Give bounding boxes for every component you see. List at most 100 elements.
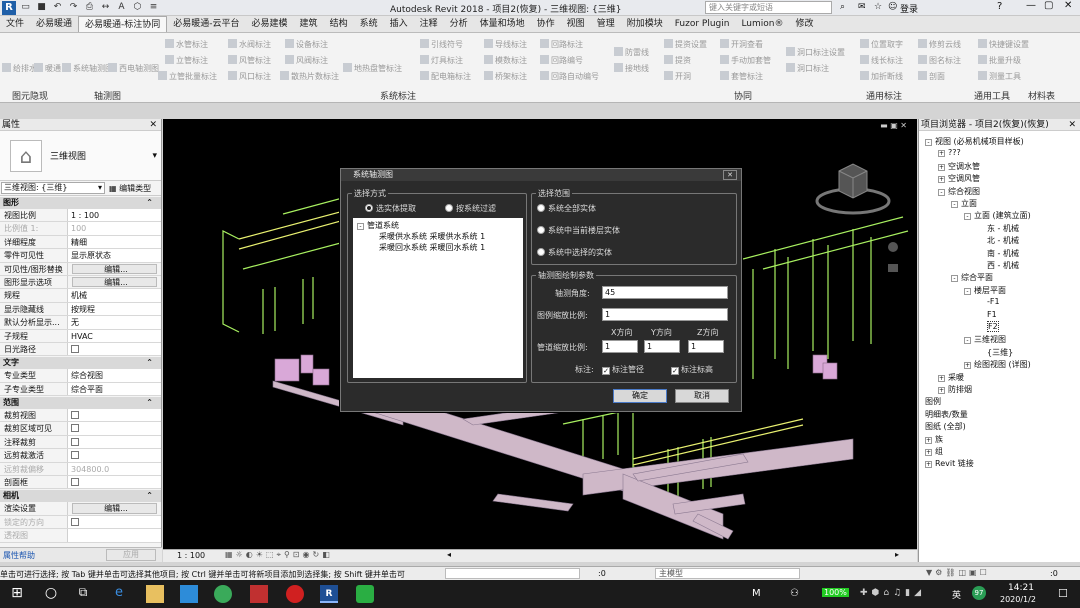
- property-value[interactable]: 304800.0: [68, 462, 161, 476]
- browser-tree-item[interactable]: + Revit 链接: [925, 458, 974, 469]
- edge-icon[interactable]: e: [110, 585, 128, 603]
- ribbon-button[interactable]: 线长标注: [860, 55, 903, 66]
- property-value[interactable]: 1 : 100: [68, 209, 161, 222]
- open-icon[interactable]: ▭: [19, 1, 32, 14]
- property-value[interactable]: 精细: [68, 235, 161, 249]
- scroll-left-icon[interactable]: ◂: [447, 550, 451, 559]
- legend-scale-input[interactable]: 1: [602, 308, 728, 321]
- ribbon-button[interactable]: 地热盘管标注: [343, 63, 402, 74]
- ribbon-button[interactable]: 套管标注: [720, 71, 763, 82]
- expand-toggle-icon[interactable]: +: [938, 176, 945, 184]
- property-value[interactable]: 显示原状态: [68, 249, 161, 262]
- 3d-view-icon[interactable]: ⬡: [131, 1, 144, 14]
- ribbon-button[interactable]: 暖通: [34, 63, 61, 74]
- ribbon-button[interactable]: 剖面: [918, 71, 945, 82]
- ribbon-button[interactable]: 修剪云线: [918, 39, 961, 50]
- browser-tree-item[interactable]: + 族: [925, 434, 943, 445]
- property-value[interactable]: [68, 476, 161, 489]
- ribbon-button[interactable]: 快捷键设置: [978, 39, 1029, 50]
- revit-taskbar-icon[interactable]: R: [320, 585, 338, 603]
- tab-2[interactable]: 必易暖通-标注协同: [78, 16, 168, 32]
- expand-toggle-icon[interactable]: +: [925, 449, 932, 456]
- expand-toggle-icon[interactable]: -: [938, 188, 945, 196]
- ribbon-button[interactable]: 水管标注: [165, 39, 208, 50]
- property-value[interactable]: [68, 529, 161, 542]
- browser-tree-item[interactable]: 图例: [925, 396, 941, 407]
- browser-tree-item[interactable]: F2: [977, 321, 999, 332]
- expand-toggle-icon[interactable]: +: [938, 163, 945, 171]
- property-value[interactable]: [68, 409, 161, 422]
- ribbon-button[interactable]: 设备标注: [285, 39, 328, 50]
- browser-tree-item[interactable]: F1: [977, 310, 997, 319]
- browser-tree-item[interactable]: 明细表/数量: [925, 409, 968, 420]
- ribbon-button[interactable]: 开洞查看: [720, 39, 763, 50]
- clock-time[interactable]: 14:21: [1008, 583, 1034, 593]
- view-selector[interactable]: 三维视图: {三维} ▾: [1, 182, 105, 194]
- browser-tree-item[interactable]: 南 - 机械: [977, 248, 1019, 259]
- expand-toggle-icon[interactable]: -: [964, 287, 971, 295]
- ribbon-button[interactable]: 配电箱标注: [420, 71, 471, 82]
- expand-toggle-icon[interactable]: -: [951, 275, 958, 283]
- login-button[interactable]: 登录: [900, 2, 918, 15]
- browser-tree-item[interactable]: +???: [938, 148, 961, 158]
- pdf-icon[interactable]: [250, 585, 268, 603]
- property-value[interactable]: [68, 435, 161, 449]
- property-value[interactable]: HVAC: [68, 329, 161, 342]
- ribbon-button[interactable]: 灯具标注: [420, 55, 463, 66]
- ribbon-button[interactable]: 水阀标注: [228, 39, 271, 50]
- selection-filter-icons[interactable]: ▼⚙⛓◫▣☐: [926, 568, 990, 577]
- properties-help-link[interactable]: 属性帮助: [3, 550, 35, 561]
- browser-tree-item[interactable]: + 采暖: [938, 372, 964, 383]
- ribbon-button[interactable]: 洞口标注设置: [786, 47, 845, 58]
- browser-tree-item[interactable]: + 组: [925, 446, 943, 457]
- checkbox[interactable]: [71, 411, 79, 420]
- checkbox[interactable]: [71, 517, 79, 526]
- expand-toggle-icon[interactable]: -: [925, 139, 932, 146]
- expand-toggle-icon[interactable]: -: [951, 201, 958, 208]
- browser-tree-item[interactable]: 图纸 (全部): [925, 421, 966, 432]
- text-icon[interactable]: A: [115, 1, 128, 14]
- tree-root[interactable]: - 管道系统: [357, 220, 399, 231]
- browser-tree-item[interactable]: + 绘图视图 (详图): [964, 359, 1031, 370]
- ribbon-button[interactable]: 测量工具: [978, 71, 1021, 82]
- range-option-selected[interactable]: 系统中选择的实体: [537, 247, 612, 258]
- tab-16[interactable]: Fuzor Plugin: [669, 16, 736, 32]
- browser-tree-item[interactable]: 东 - 机械: [977, 223, 1019, 234]
- browser-tree-item[interactable]: - 三维视图: [964, 334, 1006, 345]
- property-value[interactable]: [68, 515, 161, 529]
- ribbon-button[interactable]: 导线标注: [484, 39, 527, 50]
- close-icon[interactable]: ✕: [1068, 119, 1076, 130]
- ribbon-button[interactable]: 回路自动编号: [540, 71, 599, 82]
- undo-icon[interactable]: ↶: [51, 1, 64, 14]
- tab-5[interactable]: 建筑: [294, 16, 324, 32]
- annotate-diameter-checkbox[interactable]: ✓ 标注管径: [602, 364, 644, 375]
- notification-badge[interactable]: 97: [972, 586, 986, 600]
- ribbon-button[interactable]: 风阀标注: [285, 55, 328, 66]
- browser-tree-item[interactable]: - 综合平面: [951, 272, 993, 283]
- annotate-elevation-checkbox[interactable]: ✓ 标注标高: [671, 364, 713, 375]
- tree-item[interactable]: 采暖回水系统 采暖回水系统 1: [379, 242, 485, 253]
- ribbon-button[interactable]: 批量升级: [978, 55, 1021, 66]
- edit-button[interactable]: 编辑...: [72, 263, 157, 274]
- expand-toggle-icon[interactable]: +: [938, 374, 945, 382]
- tab-12[interactable]: 协作: [531, 16, 561, 32]
- pipe-scale-z-input[interactable]: 1: [688, 340, 724, 353]
- property-category[interactable]: 相机 ⌃: [0, 490, 161, 503]
- ribbon-button[interactable]: 立管标注: [165, 55, 208, 66]
- tray-icons[interactable]: ✚⬢⌂♫▮◢: [860, 588, 925, 598]
- angle-input[interactable]: 45: [602, 286, 728, 299]
- ribbon-button[interactable]: 系统轴测图: [62, 63, 113, 74]
- print-icon[interactable]: ⎙: [83, 1, 96, 14]
- property-value[interactable]: [68, 422, 161, 435]
- gmail-icon[interactable]: M: [752, 588, 761, 599]
- ribbon-button[interactable]: 接地线: [614, 63, 649, 74]
- tab-4[interactable]: 必易建模: [246, 16, 294, 32]
- ribbon-button[interactable]: 给排水: [2, 63, 37, 74]
- browser-tree-item[interactable]: {三维}: [977, 347, 1013, 358]
- expand-toggle-icon[interactable]: +: [938, 387, 945, 394]
- revit-logo-icon[interactable]: R: [2, 1, 16, 15]
- browser-tree-item[interactable]: - 视图 (必易机械项目样板): [925, 136, 1024, 147]
- subscription-icon[interactable]: ✉: [858, 2, 866, 12]
- close-icon[interactable]: ✕: [149, 119, 157, 130]
- expand-toggle-icon[interactable]: +: [964, 362, 971, 370]
